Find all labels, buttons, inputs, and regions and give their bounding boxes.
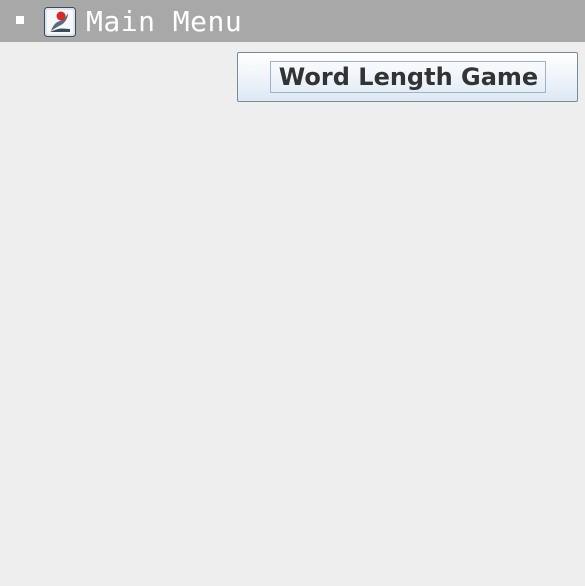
java-app-icon <box>44 7 76 37</box>
title-bar[interactable]: Main Menu <box>0 0 585 42</box>
main-content-area: Word Length Game <box>0 42 585 586</box>
window-menu-square-icon[interactable] <box>16 16 24 24</box>
main-menu-window: Main Menu Word Length Game <box>0 0 585 586</box>
word-length-game-button-label: Word Length Game <box>278 63 539 91</box>
word-length-game-button[interactable]: Word Length Game <box>237 52 578 102</box>
window-title: Main Menu <box>86 5 243 38</box>
